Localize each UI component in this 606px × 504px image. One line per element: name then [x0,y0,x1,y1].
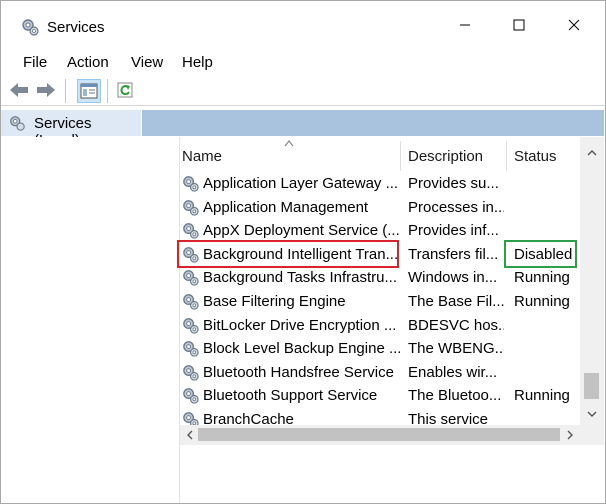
service-status: Running [514,387,570,405]
services-gear-icon [10,116,25,131]
menu-action[interactable]: Action [67,54,109,71]
show-hide-console-tree-icon [80,83,98,99]
service-name: Application Management [203,198,369,216]
service-name: Bluetooth Handsfree Service [203,363,394,381]
column-header-description[interactable]: Description [408,148,483,165]
sort-ascending-icon [284,140,294,147]
window-title: Services [47,19,105,36]
service-gear-icon [181,174,200,193]
service-name: BranchCache [203,411,294,425]
service-gear-icon [181,292,200,311]
toolbar [1,75,605,106]
close-icon [568,19,580,31]
service-gear-icon [181,316,200,335]
table-row[interactable]: Application Management Processes in... [180,196,580,219]
service-name: Block Level Backup Engine ... [203,340,400,358]
menu-bar: File Action View Help [1,51,605,73]
service-description: Windows in... [408,269,498,287]
table-row[interactable]: Block Level Backup Engine ... The WBENG..… [180,337,580,360]
show-hide-console-tree-button[interactable] [77,79,101,103]
service-gear-icon [181,198,200,217]
scroll-down-button[interactable] [584,407,600,421]
tree-node-services-local[interactable]: Services (Local) [1,110,141,149]
service-description: BDESVC hos... [408,316,504,334]
service-gear-icon [181,410,200,425]
column-header-name[interactable]: Name [182,148,222,165]
table-header: Name Description Status [180,137,580,171]
toolbar-separator [107,79,108,103]
forward-button[interactable] [35,79,57,101]
console-tree-pane [1,137,179,503]
service-gear-icon [181,363,200,382]
details-pane-empty-area [180,445,604,503]
table-row[interactable]: Base Filtering Engine The Base Fil... Runn… [180,290,580,313]
toolbar-separator [65,79,66,103]
service-gear-icon [181,221,200,240]
refresh-icon [117,82,133,98]
vertical-scroll-thumb[interactable] [584,373,599,399]
menu-help[interactable]: Help [182,54,213,71]
service-description: Provides su... [408,175,499,192]
service-name: Application Layer Gateway ... [203,175,399,192]
details-header-bar [142,110,604,136]
service-name: AppX Deployment Service (... [203,222,400,240]
table-row[interactable]: BranchCache This service [180,408,580,425]
table-row[interactable]: Bluetooth Support Service The Bluetoo... R… [180,384,580,407]
horizontal-scrollbar[interactable] [180,425,580,445]
refresh-button[interactable] [114,79,136,101]
table-row[interactable]: Application Layer Gateway ... Provides su… [180,172,580,195]
service-description: This service [408,411,489,425]
table-row[interactable]: Bluetooth Handsfree Service Enables wir..… [180,361,580,384]
back-arrow-icon [10,83,28,97]
service-description: Processes in... [408,198,504,216]
service-description: Enables wir... [408,363,498,381]
minimize-icon [460,24,470,26]
service-status: Running [514,269,570,287]
chevron-left-icon [186,430,192,440]
scrollbar-corner [580,425,604,445]
scroll-right-button[interactable] [563,428,577,442]
close-button[interactable] [551,9,597,41]
maximize-button[interactable] [496,9,542,41]
maximize-icon [513,19,525,31]
service-status: Running [514,293,570,310]
highlight-box-service-name [177,240,399,268]
chevron-down-icon [587,411,597,417]
column-header-status[interactable]: Status [514,148,557,165]
services-table: Name Description Status Application Laye… [180,137,580,425]
service-name: BitLocker Drive Encryption ... [203,316,397,334]
minimize-button[interactable] [442,9,488,41]
service-name: Base Filtering Engine [203,293,346,310]
service-gear-icon [181,339,200,358]
service-name: Background Tasks Infrastru... [203,269,397,287]
menu-view[interactable]: View [131,54,163,71]
service-description: The WBENG... [408,340,504,358]
service-description: Provides inf... [408,222,499,240]
menu-file[interactable]: File [23,54,47,71]
forward-arrow-icon [37,83,55,97]
vertical-scrollbar[interactable] [580,137,604,427]
service-gear-icon [181,386,200,405]
chevron-right-icon [567,430,573,440]
column-resize-handle[interactable] [400,141,401,171]
scroll-left-button[interactable] [182,428,196,442]
service-description: The Base Fil... [408,293,504,310]
horizontal-scroll-thumb[interactable] [198,428,560,441]
scroll-up-button[interactable] [584,145,600,159]
service-gear-icon [181,268,200,287]
service-name: Bluetooth Support Service [203,387,378,405]
column-resize-handle[interactable] [506,141,507,171]
service-description: Transfers fil... [408,245,499,263]
services-window: Services File Action View Help Services … [0,0,606,504]
table-row[interactable]: AppX Deployment Service (... Provides inf… [180,219,580,242]
services-gear-icon [22,19,39,36]
title-bar[interactable]: Services [1,1,605,49]
table-row[interactable]: Background Tasks Infrastru... Windows in.… [180,266,580,289]
highlight-box-status [504,240,577,268]
service-description: The Bluetoo... [408,387,502,405]
table-row[interactable]: BitLocker Drive Encryption ... BDESVC hos… [180,314,580,337]
chevron-up-icon [587,149,597,155]
back-button[interactable] [8,79,30,101]
